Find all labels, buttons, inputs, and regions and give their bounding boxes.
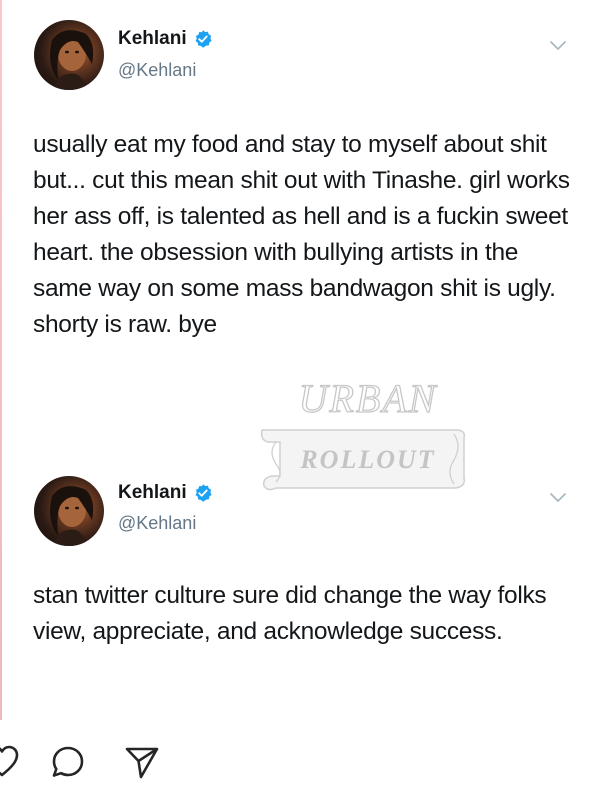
verified-badge-icon (195, 30, 212, 48)
name-row: Kehlani (118, 482, 213, 504)
like-icon[interactable] (0, 744, 20, 780)
tweet-card[interactable]: Kehlani @Kehlani stan twitter culture su… (0, 460, 590, 722)
share-icon[interactable] (124, 744, 160, 780)
avatar[interactable] (34, 476, 104, 546)
comment-icon[interactable] (50, 744, 86, 780)
display-name[interactable]: Kehlani (118, 28, 187, 50)
handle[interactable]: @Kehlani (118, 60, 196, 81)
avatar-image (50, 30, 94, 90)
action-bar (0, 722, 590, 796)
avatar[interactable] (34, 20, 104, 90)
display-name[interactable]: Kehlani (118, 482, 187, 504)
tweet-text: usually eat my food and stay to myself a… (33, 131, 570, 338)
handle[interactable]: @Kehlani (118, 513, 196, 534)
chevron-down-icon[interactable] (548, 38, 568, 52)
name-row: Kehlani (118, 28, 213, 50)
tweet-card[interactable]: Kehlani @Kehlani usually eat my food and… (0, 0, 590, 460)
avatar-image (50, 486, 94, 546)
chevron-down-icon[interactable] (548, 490, 568, 504)
verified-badge-icon (195, 484, 212, 502)
tweet-text: stan twitter culture sure did change the… (33, 582, 547, 645)
